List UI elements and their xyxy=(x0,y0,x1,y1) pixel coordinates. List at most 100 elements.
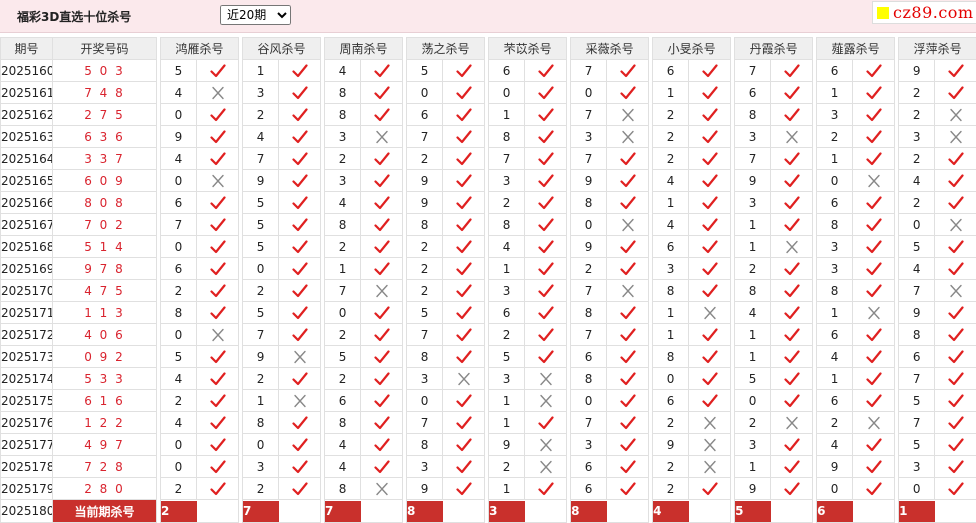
kill-number-cell: 9 xyxy=(407,170,443,192)
table-row: 20251724 0 607272711689 xyxy=(1,324,976,346)
result-mark-cell xyxy=(443,478,485,500)
result-mark-cell xyxy=(607,258,649,280)
kill-number-cell: 1 xyxy=(243,60,279,82)
kill-number-cell: 0 xyxy=(161,104,197,126)
check-icon xyxy=(374,328,390,342)
kill-number-cell: 2 xyxy=(325,148,361,170)
check-icon xyxy=(948,328,964,342)
check-icon xyxy=(866,350,882,364)
check-icon xyxy=(784,438,800,452)
kill-number-cell: 8 xyxy=(407,434,443,456)
result-mark-cell xyxy=(443,434,485,456)
result-mark-cell xyxy=(771,280,813,302)
kill-number-cell: 6 xyxy=(817,390,853,412)
site-logo[interactable]: cz89.com xyxy=(872,1,976,24)
current-kill-cell: 2 xyxy=(161,500,239,523)
kill-number-cell: 3 xyxy=(817,104,853,126)
table-row: 20251730 9 259585681469 xyxy=(1,346,976,368)
check-icon xyxy=(374,174,390,188)
kill-number-cell: 7 xyxy=(243,148,279,170)
check-icon xyxy=(292,416,308,430)
check-icon xyxy=(210,196,226,210)
result-mark-cell xyxy=(935,148,976,170)
current-kill-number: 8 xyxy=(407,501,443,522)
kill-number-cell: 3 xyxy=(735,126,771,148)
kill-number-cell: 0 xyxy=(161,324,197,346)
result-mark-cell xyxy=(853,258,895,280)
result-mark-cell xyxy=(443,390,485,412)
check-icon xyxy=(948,350,964,364)
current-kill-number: 7 xyxy=(243,501,279,522)
kill-number-cell: 5 xyxy=(243,302,279,324)
kill-number-cell: 2 xyxy=(899,82,935,104)
kill-number-cell: 6 xyxy=(817,192,853,214)
kill-number-cell: 6 xyxy=(653,390,689,412)
result-mark-cell xyxy=(935,170,976,192)
kill-number-cell: 7 xyxy=(571,280,607,302)
check-icon xyxy=(784,306,800,320)
kill-number-cell: 4 xyxy=(161,148,197,170)
kill-number-cell: 5 xyxy=(899,236,935,258)
result-mark-cell xyxy=(935,126,976,148)
check-icon xyxy=(292,64,308,78)
check-icon xyxy=(292,284,308,298)
check-icon xyxy=(948,306,964,320)
kill-number-cell: 2 xyxy=(407,236,443,258)
check-icon xyxy=(292,108,308,122)
kill-number-cell: 7 xyxy=(407,126,443,148)
period-cell: 2025162 xyxy=(1,104,53,126)
result-mark-cell xyxy=(197,126,239,148)
result-mark-cell xyxy=(853,390,895,412)
table-row: 20251656 0 909393949048 xyxy=(1,170,976,192)
period-range-select[interactable]: 近20期 xyxy=(220,5,291,25)
cross-icon xyxy=(538,438,554,452)
check-icon xyxy=(292,130,308,144)
kill-number-cell: 5 xyxy=(161,60,197,82)
check-icon xyxy=(620,174,636,188)
result-mark-cell xyxy=(771,126,813,148)
kill-number-cell: 3 xyxy=(407,368,443,390)
cross-icon xyxy=(702,306,718,320)
result-mark-cell xyxy=(361,478,403,500)
check-icon xyxy=(866,152,882,166)
check-icon xyxy=(866,460,882,474)
check-icon xyxy=(456,86,472,100)
check-icon xyxy=(784,262,800,276)
kill-number-cell: 8 xyxy=(735,104,771,126)
result-mark-cell xyxy=(689,82,731,104)
check-icon xyxy=(292,196,308,210)
result-mark-cell xyxy=(443,412,485,434)
kill-number-cell: 9 xyxy=(243,170,279,192)
kill-number-cell: 7 xyxy=(571,324,607,346)
check-icon xyxy=(620,438,636,452)
check-icon xyxy=(948,196,964,210)
kill-number-cell: 5 xyxy=(243,192,279,214)
current-period-row: 2025180当前期杀号2778384561 xyxy=(1,500,976,523)
result-mark-cell xyxy=(853,324,895,346)
draw-code-cell: 5 1 4 xyxy=(53,236,157,258)
check-icon xyxy=(210,306,226,320)
kill-number-cell: 0 xyxy=(161,456,197,478)
kill-number-cell: 0 xyxy=(899,478,935,500)
kill-number-cell: 9 xyxy=(653,434,689,456)
check-icon xyxy=(784,152,800,166)
check-icon xyxy=(292,328,308,342)
period-cell: 2025166 xyxy=(1,192,53,214)
result-mark-cell xyxy=(443,82,485,104)
result-mark-cell xyxy=(689,412,731,434)
check-icon xyxy=(620,196,636,210)
result-mark-cell xyxy=(853,280,895,302)
check-icon xyxy=(702,284,718,298)
check-icon xyxy=(456,284,472,298)
result-mark-cell xyxy=(279,456,321,478)
cross-icon xyxy=(784,416,800,430)
result-mark-cell xyxy=(279,148,321,170)
kill-number-cell: 3 xyxy=(899,126,935,148)
result-mark-cell xyxy=(443,280,485,302)
result-mark-cell xyxy=(197,214,239,236)
check-icon xyxy=(948,174,964,188)
result-mark-cell xyxy=(361,170,403,192)
kill-number-cell: 6 xyxy=(571,456,607,478)
header-expert: 周南杀号 xyxy=(325,38,403,60)
check-icon xyxy=(538,482,554,496)
